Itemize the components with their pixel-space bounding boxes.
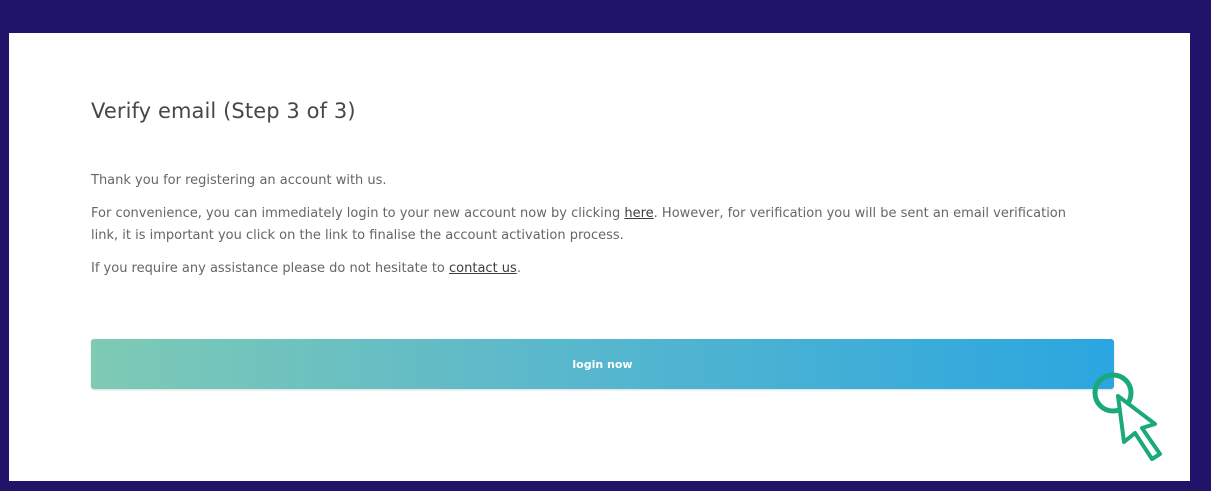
convenience-text-start: For convenience, you can immediately log… [91, 206, 625, 221]
convenience-text: For convenience, you can immediately log… [91, 203, 1076, 247]
outer-frame: Verify email (Step 3 of 3) Thank you for… [0, 0, 1211, 491]
here-link[interactable]: here [624, 206, 653, 221]
assistance-text: If you require any assistance please do … [91, 258, 1091, 280]
verify-email-panel: Verify email (Step 3 of 3) Thank you for… [9, 33, 1190, 481]
login-now-button[interactable]: login now [91, 339, 1114, 389]
cursor-arrow [1116, 394, 1162, 461]
assistance-text-end: . [516, 261, 521, 276]
assistance-text-start: If you require any assistance please do … [91, 261, 450, 276]
contact-us-link[interactable]: contact us [449, 261, 517, 276]
page-title: Verify email (Step 3 of 3) [91, 99, 356, 123]
thank-you-text: Thank you for registering an account wit… [91, 173, 387, 188]
click-cursor-icon [1092, 372, 1162, 461]
